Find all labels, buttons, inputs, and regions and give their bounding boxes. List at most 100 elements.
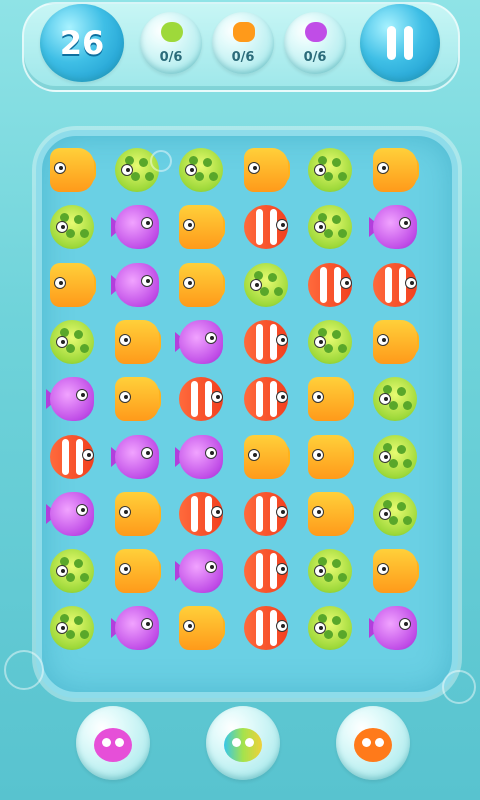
board-tile[interactable]: [175, 490, 227, 538]
board-tile[interactable]: [304, 547, 356, 595]
pink-creature-icon: [94, 728, 132, 762]
orange-fish-icon: [240, 146, 292, 194]
board-tile[interactable]: [304, 261, 356, 309]
rainbow-creature-powerup[interactable]: [206, 706, 280, 780]
board-tile[interactable]: [240, 490, 292, 538]
board-tile[interactable]: [369, 318, 421, 366]
board-tile[interactable]: [304, 146, 356, 194]
board-tile[interactable]: [369, 203, 421, 251]
bubble-decoration: [442, 670, 476, 704]
green-fish-icon: [175, 146, 227, 194]
pink-creature-powerup[interactable]: [76, 706, 150, 780]
board-tile[interactable]: [111, 490, 163, 538]
orange-fish-icon: [304, 490, 356, 538]
board-tile[interactable]: [46, 433, 98, 481]
red-fish-icon: [240, 375, 292, 423]
red-fish-icon: [369, 261, 421, 309]
orange-fish-icon: [175, 203, 227, 251]
goal-orange-fish: 0/6: [212, 12, 274, 74]
red-fish-icon: [240, 604, 292, 652]
goal-green-fish: 0/6: [140, 12, 202, 74]
board-tile[interactable]: [46, 318, 98, 366]
rainbow-creature-icon: [224, 728, 262, 762]
purple-fish-icon: [110, 203, 163, 251]
red-fish-icon: [240, 203, 292, 251]
board-tile[interactable]: [46, 547, 98, 595]
red-fish-icon: [240, 547, 292, 595]
purple-fish-icon: [110, 433, 163, 481]
board-tile[interactable]: [369, 490, 421, 538]
board-tile[interactable]: [304, 433, 356, 481]
board-tile[interactable]: [240, 261, 292, 309]
board-tile[interactable]: [175, 203, 227, 251]
purple-fish-icon: [175, 433, 227, 481]
purple-fish-icon: [46, 375, 98, 423]
red-fish-icon: [240, 490, 292, 538]
red-fish-icon: [175, 490, 227, 538]
orange-fish-icon: [240, 433, 292, 481]
board-tile[interactable]: [110, 261, 163, 309]
board-tile[interactable]: [304, 318, 356, 366]
board-tile[interactable]: [175, 318, 227, 366]
purple-fish-icon: [369, 203, 421, 251]
board-tile[interactable]: [240, 146, 292, 194]
board-tile[interactable]: [240, 375, 292, 423]
board-tile[interactable]: [175, 375, 227, 423]
board-tile[interactable]: [111, 375, 163, 423]
board-tile[interactable]: [46, 604, 98, 652]
board-tile[interactable]: [110, 203, 163, 251]
board-tile[interactable]: [240, 433, 292, 481]
orange-fish-icon: [175, 604, 227, 652]
goal-count: 0/6: [159, 50, 183, 65]
board-tile[interactable]: [175, 433, 227, 481]
moves-value: 26: [59, 24, 105, 62]
orange-creature-powerup[interactable]: [336, 706, 410, 780]
board-tile[interactable]: [304, 203, 356, 251]
board-tile[interactable]: [369, 433, 421, 481]
green-fish-icon: [304, 146, 356, 194]
board-tile[interactable]: [46, 203, 98, 251]
purple-fish-icon: [110, 604, 163, 652]
board-tile[interactable]: [46, 261, 98, 309]
pause-button[interactable]: [360, 4, 440, 82]
board-tile[interactable]: [175, 547, 227, 595]
board-tile[interactable]: [240, 547, 292, 595]
board-tile[interactable]: [304, 375, 356, 423]
board-tile[interactable]: [240, 203, 292, 251]
pause-icon: [404, 26, 413, 60]
board-tile[interactable]: [304, 490, 356, 538]
board-tile[interactable]: [175, 604, 227, 652]
board-tile[interactable]: [369, 604, 421, 652]
board-tile[interactable]: [46, 490, 98, 538]
goal-purple-fish: 0/6: [284, 12, 346, 74]
goal-count: 0/6: [303, 50, 327, 65]
orange-fish-icon: [233, 22, 255, 42]
purple-fish-icon: [305, 22, 327, 42]
orange-fish-icon: [175, 261, 227, 309]
board-tile[interactable]: [369, 146, 421, 194]
board-tile[interactable]: [304, 604, 356, 652]
green-fish-icon: [161, 22, 183, 42]
green-fish-icon: [304, 203, 356, 251]
board-tile[interactable]: [369, 547, 421, 595]
board-tile[interactable]: [110, 604, 163, 652]
bubble-decoration: [150, 150, 172, 172]
purple-fish-icon: [110, 261, 163, 309]
green-fish-icon: [304, 318, 356, 366]
board-tile[interactable]: [110, 433, 163, 481]
board-tile[interactable]: [240, 604, 292, 652]
green-fish-icon: [369, 433, 421, 481]
board-tile[interactable]: [175, 261, 227, 309]
pause-icon: [387, 26, 396, 60]
green-fish-icon: [46, 547, 98, 595]
green-fish-icon: [369, 375, 421, 423]
orange-fish-icon: [304, 375, 356, 423]
board-tile[interactable]: [175, 146, 227, 194]
board-tile[interactable]: [46, 146, 98, 194]
board-tile[interactable]: [240, 318, 292, 366]
board-tile[interactable]: [46, 375, 98, 423]
board-tile[interactable]: [111, 547, 163, 595]
board-tile[interactable]: [369, 375, 421, 423]
board-tile[interactable]: [369, 261, 421, 309]
board-tile[interactable]: [111, 318, 163, 366]
